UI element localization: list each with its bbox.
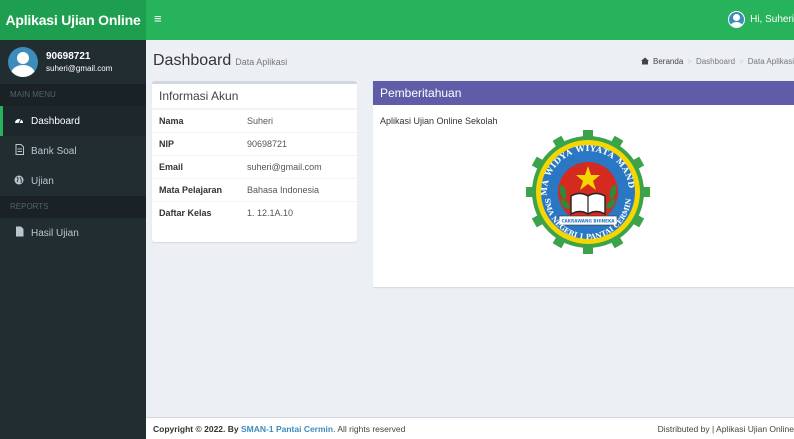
- sidebar-item-bank-soal[interactable]: Bank Soal: [0, 136, 146, 166]
- globe-icon: [13, 175, 25, 188]
- sidebar-item-label: Hasil Ujian: [31, 227, 79, 239]
- breadcrumb: Beranda > Dashboard > Data Aplikasi: [641, 57, 794, 67]
- table-row: Daftar Kelas 1. 12.1A.10: [152, 201, 357, 225]
- sidebar: 90698721 suheri@gmail.com MAIN MENU Dash…: [0, 40, 146, 439]
- sidebar-item-label: Dashboard: [31, 115, 80, 127]
- sidebar-item-dashboard[interactable]: Dashboard: [0, 106, 146, 136]
- table-row: NIP 90698721: [152, 132, 357, 156]
- table-row: Email suheri@gmail.com: [152, 155, 357, 179]
- user-panel: 90698721 suheri@gmail.com: [0, 40, 146, 84]
- content-header: Dashboard Data Aplikasi Beranda > Dashboa…: [146, 40, 794, 78]
- user-menu[interactable]: Hi, Suheri: [728, 11, 794, 28]
- page-title: Dashboard Data Aplikasi: [153, 52, 288, 69]
- top-navbar: ≡ Hi, Suheri: [146, 0, 794, 40]
- breadcrumb-beranda[interactable]: Beranda: [653, 57, 683, 67]
- home-icon: [641, 57, 650, 67]
- sidebar-item-ujian[interactable]: Ujian: [0, 166, 146, 196]
- sidebar-item-hasil-ujian[interactable]: Hasil Ujian: [0, 218, 146, 248]
- sidebar-item-label: Ujian: [31, 175, 54, 187]
- footer-copyright: Copyright © 2022. By SMAN-1 Pantai Cermi…: [153, 424, 406, 434]
- page-subtitle: Data Aplikasi: [235, 57, 288, 67]
- dashboard-icon: [13, 115, 25, 127]
- school-seal-logo: CAKRAWANG BHINEKA ATMA WIDYA WIYATA MAND…: [525, 130, 651, 254]
- file-icon: [13, 226, 25, 240]
- avatar: [8, 47, 38, 77]
- reports-header: REPORTS: [0, 196, 146, 218]
- notification-title: Pemberitahuan: [373, 81, 794, 105]
- footer-distributed: Distributed by | Aplikasi Ujian Online: [657, 424, 794, 434]
- file-icon: [13, 144, 25, 158]
- breadcrumb-dashboard[interactable]: Dashboard: [696, 57, 735, 67]
- account-info-box: Informasi Akun Nama Suheri NIP 90698721 Em…: [152, 81, 357, 242]
- user-greeting: Hi, Suheri: [750, 14, 794, 25]
- user-name: 90698721: [46, 51, 91, 62]
- footer-school-link[interactable]: SMAN-1 Pantai Cermin: [241, 424, 333, 434]
- table-row: Nama Suheri: [152, 109, 357, 133]
- account-info-table: Nama Suheri NIP 90698721 Email suheri@gmail…: [152, 109, 357, 225]
- user-email: suheri@gmail.com: [46, 64, 113, 73]
- footer: Copyright © 2022. By SMAN-1 Pantai Cermi…: [146, 417, 794, 439]
- table-row: Mata Pelajaran Bahasa Indonesia: [152, 178, 357, 202]
- user-avatar-icon: [728, 11, 746, 28]
- main-menu-header: MAIN MENU: [0, 84, 146, 106]
- notification-box: Pemberitahuan Aplikasi Ujian Online Seko…: [373, 81, 794, 287]
- breadcrumb-current: Data Aplikasi: [747, 57, 794, 66]
- menu-toggle-icon[interactable]: ≡: [154, 12, 162, 26]
- sidebar-item-label: Bank Soal: [31, 145, 77, 157]
- app-logo[interactable]: Aplikasi Ujian Online: [0, 0, 146, 40]
- seal-ribbon-text: CAKRAWANG BHINEKA: [561, 219, 615, 224]
- account-info-title: Informasi Akun: [152, 84, 357, 109]
- notification-text: Aplikasi Ujian Online Sekolah: [380, 116, 498, 126]
